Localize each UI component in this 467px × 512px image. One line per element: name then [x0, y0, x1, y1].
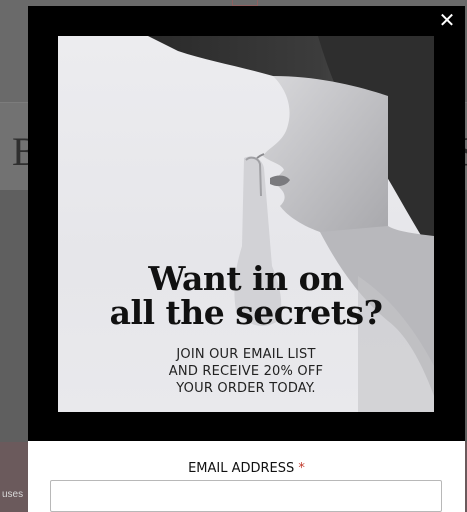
offer-text: JOIN OUR EMAIL LIST AND RECEIVE 20% OFF …: [58, 346, 434, 397]
modal-headline: Want in on all the secrets?: [58, 262, 434, 330]
headline-line-2: all the secrets?: [109, 293, 383, 332]
signup-form: EMAIL ADDRESS *: [28, 441, 465, 512]
hero-image: Want in on all the secrets? JOIN OUR EMA…: [58, 36, 434, 412]
email-label: EMAIL ADDRESS *: [28, 461, 465, 476]
close-icon[interactable]: ✕: [439, 10, 456, 32]
background-cookie-text: uses: [2, 489, 24, 500]
email-field[interactable]: [50, 480, 442, 512]
email-signup-modal: ✕ Want in on all the secrets? JOIN OUR E…: [28, 6, 465, 512]
close-button[interactable]: ✕: [436, 10, 458, 32]
offer-line-2: AND RECEIVE 20% OFF: [168, 364, 324, 379]
offer-line-1: JOIN OUR EMAIL LIST: [176, 347, 316, 362]
background-cookie-bar: [0, 442, 30, 512]
headline-line-1: Want in on: [148, 259, 344, 298]
required-marker: *: [298, 461, 305, 476]
offer-line-3: YOUR ORDER TODAY.: [176, 381, 316, 396]
email-label-text: EMAIL ADDRESS: [188, 461, 295, 476]
